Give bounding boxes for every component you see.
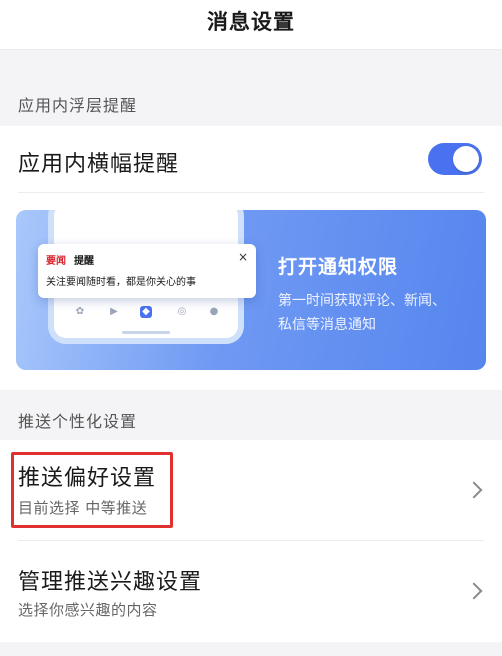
chevron-right-icon — [465, 582, 483, 600]
push-interest-title: 管理推送兴趣设置 — [18, 570, 203, 595]
home-indicator — [122, 331, 170, 334]
notification-body: 关注要闻随时看，都是你关心的事 — [46, 277, 196, 288]
header-divider — [0, 44, 502, 50]
in-app-banner-label: 应用内横幅提醒 — [18, 152, 180, 177]
section-label-in-app: 应用内浮层提醒 — [18, 96, 138, 115]
section-label-personalized: 推送个性化设置 — [18, 412, 138, 431]
notification-permission-banner[interactable]: ✿ ▶ ◆ ◎ ● 要闻 提醒 × 关注要闻随时看，都是你关心的事 打开通知权限… — [16, 210, 486, 370]
page-title: 消息设置 — [207, 10, 295, 34]
message-icon: ◆ — [140, 306, 152, 318]
close-icon: × — [237, 250, 248, 264]
in-app-banner-toggle[interactable] — [428, 143, 482, 175]
notification-type: 提醒 — [74, 256, 94, 267]
home-icon: ✿ — [75, 306, 85, 317]
sample-notification: 要闻 提醒 × 关注要闻随时看，都是你关心的事 — [38, 244, 256, 298]
phone-tab-bar: ✿ ▶ ◆ ◎ ● — [54, 304, 238, 324]
push-interest-subtitle: 选择你感兴趣的内容 — [18, 601, 158, 619]
banner-description-line1: 第一时间获取评论、新闻、 — [278, 293, 446, 309]
toggle-knob — [453, 146, 479, 172]
top-bar: 消息设置 — [0, 0, 502, 44]
play-icon: ▶ — [110, 306, 118, 317]
banner-description-line2: 私信等消息通知 — [278, 317, 376, 333]
divider — [18, 192, 484, 193]
profile-icon: ● — [209, 306, 219, 317]
annotation-highlight-box — [11, 452, 173, 528]
banner-title: 打开通知权限 — [278, 256, 399, 278]
chevron-right-icon — [465, 481, 483, 499]
notification-brand: 要闻 — [46, 256, 66, 267]
push-interest-row[interactable]: 管理推送兴趣设置 选择你感兴趣的内容 — [0, 541, 502, 641]
discover-icon: ◎ — [177, 306, 187, 317]
